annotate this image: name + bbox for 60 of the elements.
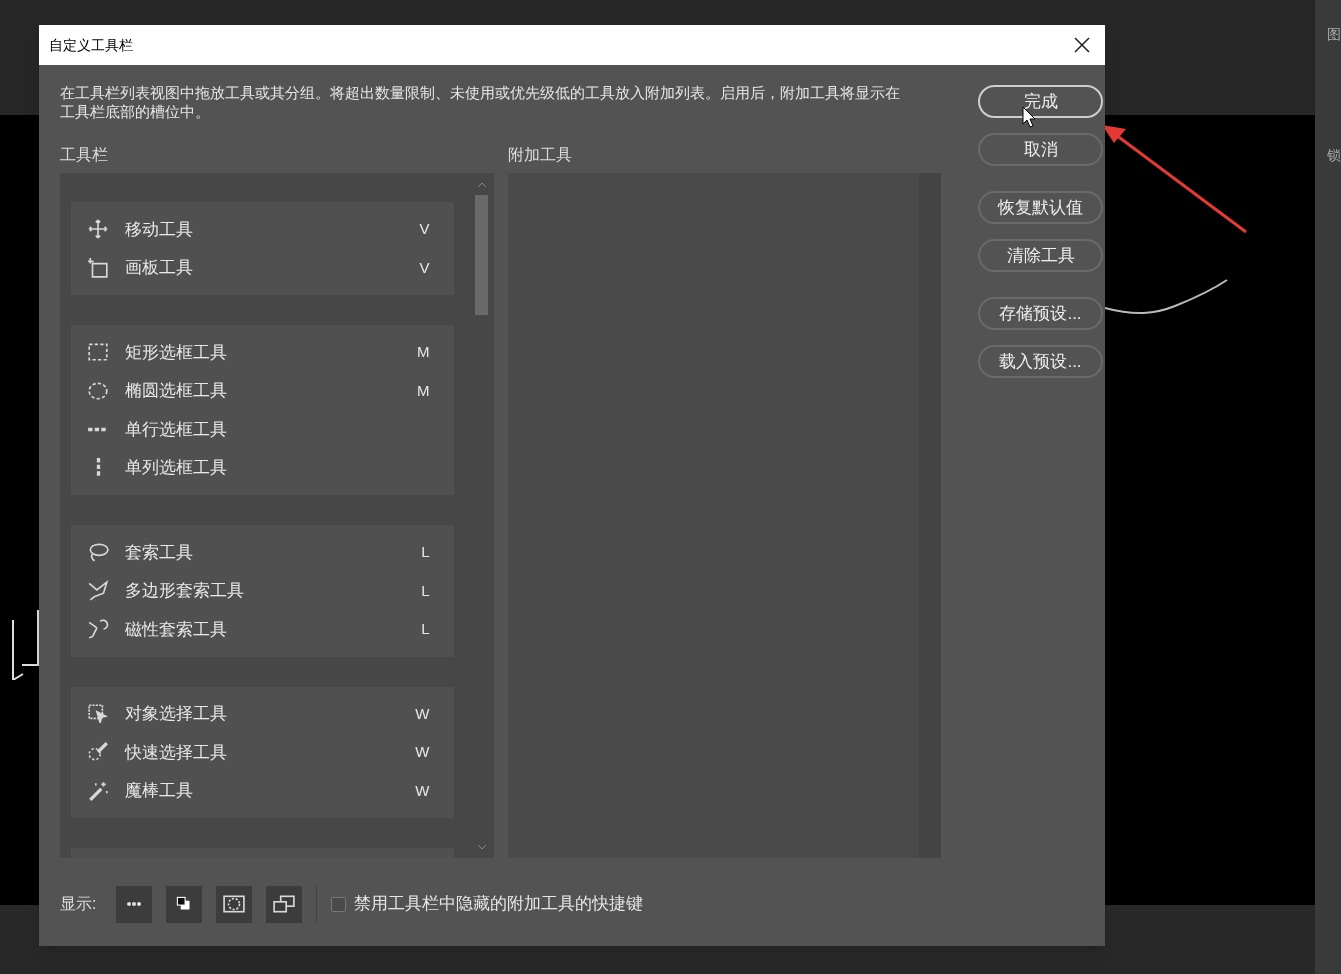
dashed-rectangle-icon (87, 341, 109, 364)
dots-icon (126, 901, 143, 907)
dashed-column-icon (95, 456, 101, 479)
shortcut-key: W (415, 741, 430, 764)
dialog-button[interactable]: 恢复默认值 (978, 191, 1103, 224)
panel-label: 锁 (1327, 146, 1341, 165)
lasso-icon (87, 541, 109, 564)
display-mode-button[interactable] (266, 885, 303, 923)
tool-name: 磁性套索工具 (125, 618, 228, 641)
dashed-row-icon (87, 426, 109, 432)
shortcut-key: M (417, 379, 430, 402)
display-mode-button[interactable] (216, 885, 253, 923)
tool-name: 多边形套索工具 (125, 580, 245, 602)
polygon-lasso-icon (87, 579, 109, 602)
shortcut-key: W (415, 779, 430, 802)
tool-name: 椭圆选框工具 (125, 380, 228, 402)
dialog-button[interactable]: 载入预设... (978, 345, 1103, 378)
artboard-icon (87, 256, 109, 279)
tool-name: 对象选择工具 (125, 703, 228, 725)
tool-name: 单行选框工具 (125, 418, 228, 441)
window-title: 自定义工具栏 (49, 35, 133, 55)
dialog-button[interactable]: 取消 (978, 133, 1103, 166)
shortcut-key: L (421, 579, 430, 602)
tool-name: 套索工具 (125, 541, 194, 564)
tool-group[interactable]: 套索工具 L 多边形套索工具 L 磁性套索工具 L (71, 525, 454, 657)
show-label: 显示: (60, 894, 97, 914)
tool-name: 单列选框工具 (125, 457, 228, 479)
magic-wand-icon (87, 779, 109, 802)
windows-icon (273, 893, 296, 915)
section-label: 附加工具 (507, 145, 573, 165)
magnetic-lasso-icon (87, 618, 109, 641)
tool-group[interactable]: 矩形选框工具 M 椭圆选框工具 M 单行选框工具 单列选框工具 (71, 325, 454, 495)
scrollbar-thumb[interactable] (475, 195, 488, 315)
tool-group[interactable]: 对象选择工具 W 快速选择工具 W 魔棒工具 W (71, 686, 454, 818)
shortcut-key: M (417, 341, 430, 364)
display-mode-button[interactable] (116, 885, 153, 923)
tool-name: 魔棒工具 (125, 780, 194, 802)
display-mode-button[interactable] (166, 885, 203, 923)
shortcut-key: L (421, 618, 430, 641)
shortcut-key: L (421, 541, 430, 564)
tool-name: 矩形选框工具 (125, 341, 228, 364)
shortcut-key: W (415, 702, 430, 725)
close-icon (1074, 37, 1090, 53)
tool-group[interactable]: 移动工具 V 画板工具 V (71, 202, 454, 295)
checkbox-label: 禁用工具栏中隐藏的附加工具的快捷键 (354, 893, 644, 916)
dialog-button[interactable]: 存储预设... (978, 297, 1103, 330)
tool-name: 移动工具 (125, 218, 194, 241)
shortcut-key: V (419, 256, 430, 279)
scroll-up-icon[interactable] (476, 181, 487, 189)
scroll-down-icon[interactable] (476, 843, 487, 851)
shortcut-key: V (419, 218, 430, 241)
section-label: 工具栏 (60, 145, 109, 165)
panel-label: 图 (1327, 25, 1341, 44)
checkbox[interactable] (331, 896, 347, 912)
tool-name: 画板工具 (125, 257, 194, 279)
object-select-icon (87, 702, 109, 725)
tool-name: 快速选择工具 (125, 741, 228, 764)
description-text: 在工具栏列表视图中拖放工具或其分组。将超出数量限制、未使用或优先级低的工具放入附加列表。启用后，附加工具将显示在工具栏底部的槽位中。 (60, 83, 901, 121)
move-arrows-icon (87, 218, 109, 241)
dialog-button[interactable]: 清除工具 (978, 239, 1103, 272)
